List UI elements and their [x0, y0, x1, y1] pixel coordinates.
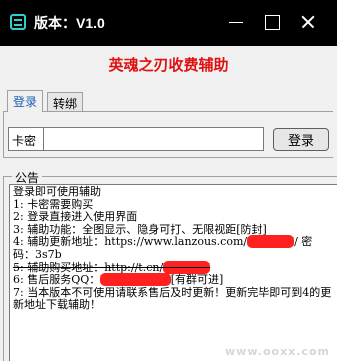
- redaction-mark: XXXXXX: [163, 260, 211, 274]
- redaction-mark: XXXXXXXXX: [100, 273, 171, 287]
- notice-textarea[interactable]: 登录即可使用辅助 1: 卡密需要购买 2: 登录直接进入使用界面 3: 辅助功能…: [9, 184, 337, 361]
- app-headline: 英魂之刃收费辅助: [108, 56, 229, 74]
- notice-line: 7: 当本版本不可使用请联系售后及时更新！更新完毕即可到4的更新地址下载辅助！: [13, 285, 332, 312]
- tab-login[interactable]: 登录: [7, 90, 44, 112]
- card-key-label: 卡密: [8, 127, 43, 151]
- card-key-input[interactable]: [43, 127, 264, 151]
- redaction-mark: XXXXXX: [247, 235, 295, 249]
- close-icon[interactable]: [298, 12, 318, 32]
- title-bar: 版本：V1.0: [0, 0, 337, 46]
- login-button[interactable]: 登录: [273, 128, 329, 151]
- notice-group: 公告 登录即可使用辅助 1: 卡密需要购买 2: 登录直接进入使用界面 3: 辅…: [3, 169, 337, 361]
- tab-rebind[interactable]: 转绑: [47, 92, 84, 111]
- watermark: www.ooxx.com: [225, 345, 330, 358]
- minimize-icon[interactable]: [226, 12, 246, 32]
- window-title: 版本：V1.0: [34, 15, 105, 31]
- notice-line: 4: 辅助更新地址：https://www.lanzous.com/XXXXXX…: [13, 235, 313, 261]
- maximize-icon[interactable]: [262, 12, 282, 32]
- app-logo-icon: [10, 14, 26, 30]
